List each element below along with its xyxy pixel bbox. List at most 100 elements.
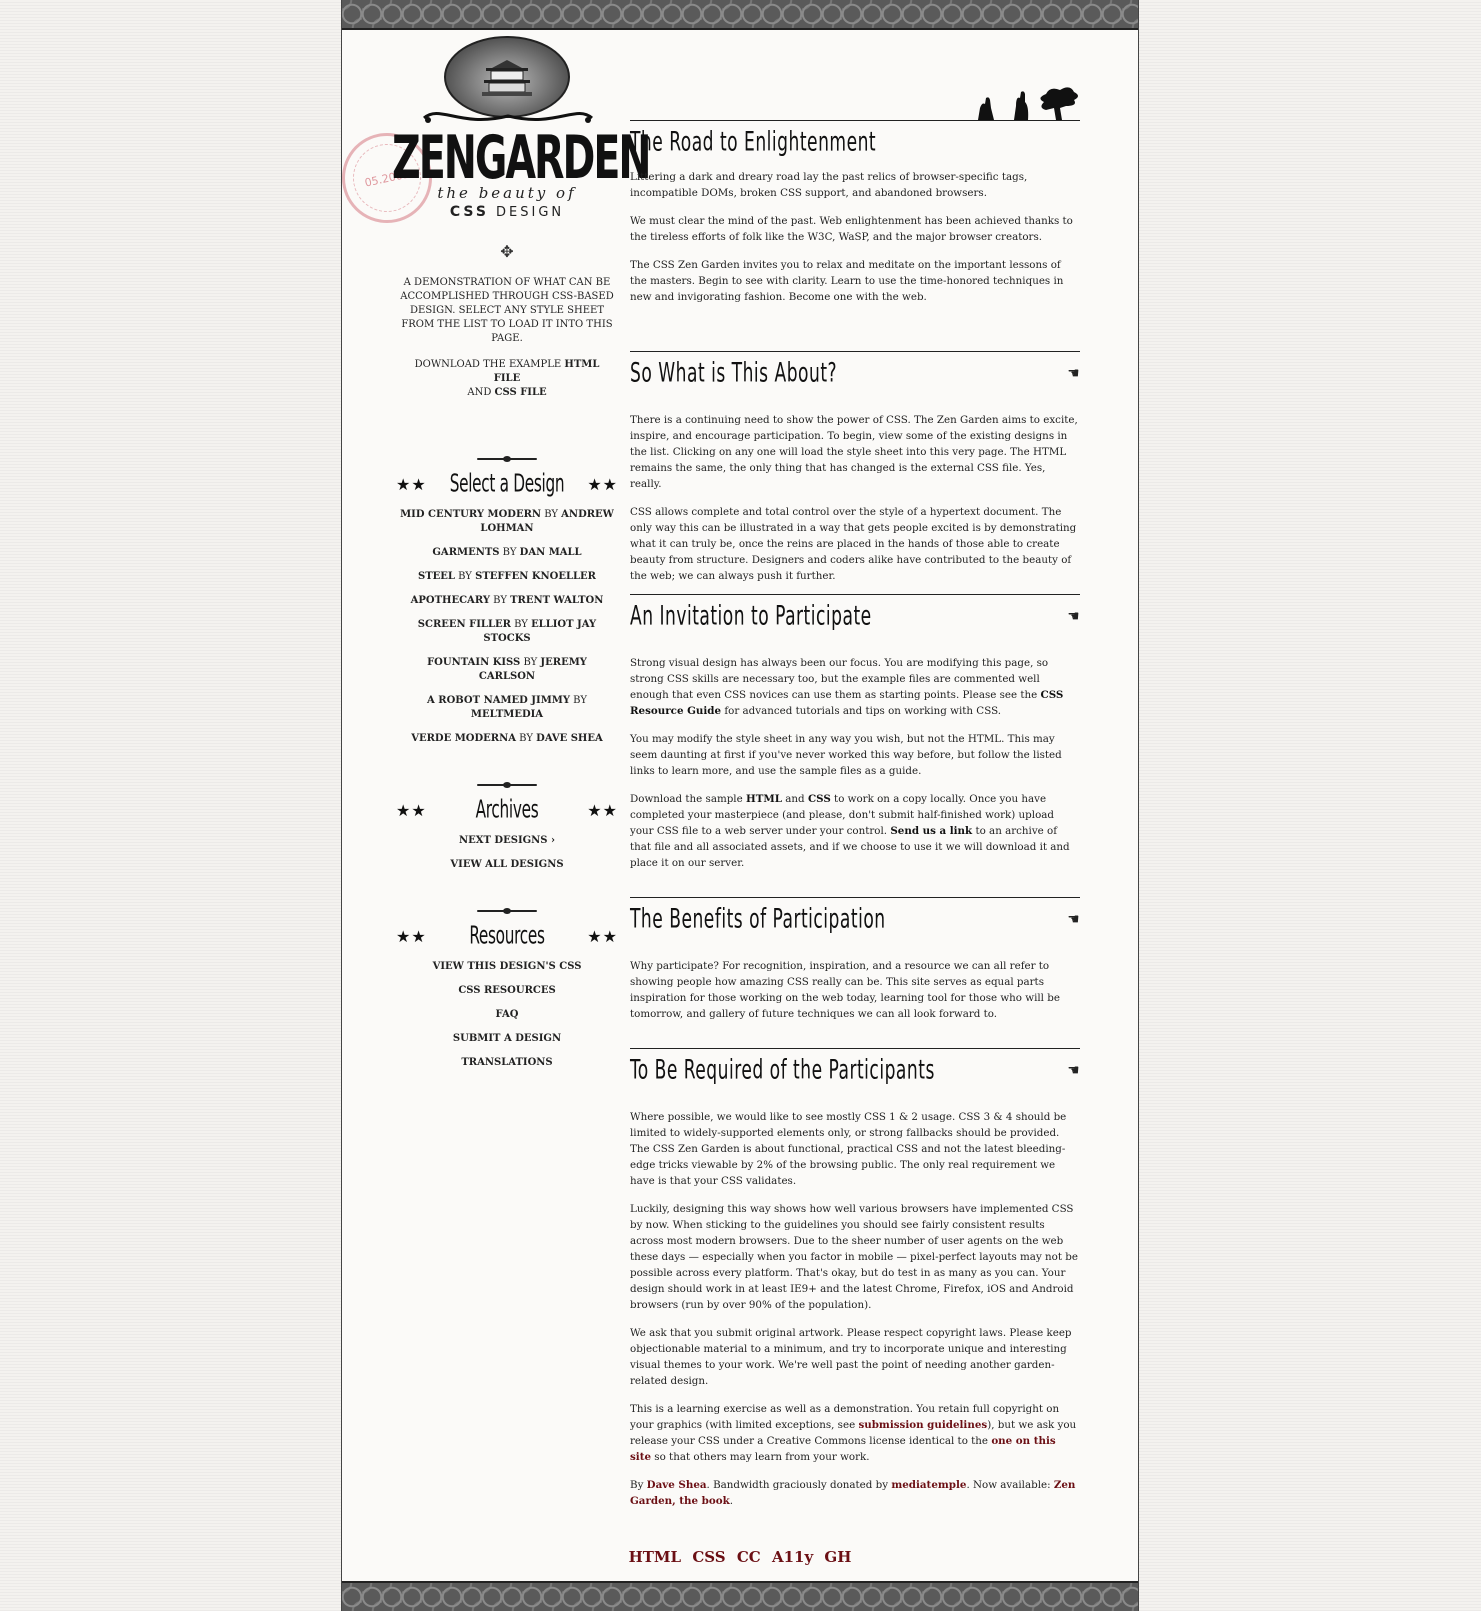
logo-title: ZENGARDEN [392,124,652,193]
design-by: by [454,571,476,582]
section-title: The Benefits of Participation [630,903,886,935]
footer-gh-link[interactable]: GH [824,1548,851,1566]
star-icon: ★★ [396,926,427,946]
paragraph: Luckily, designing this way shows how we… [630,1203,1078,1311]
paragraph: CSS allows complete and total control ov… [630,506,1077,582]
footer-cc-link[interactable]: CC [737,1548,761,1566]
star-icon: ★★ [587,926,618,946]
star-icon: ★★ [396,474,427,494]
logo: 05.2003 ZENGARDEN the beauty of CSS DESI… [333,28,652,232]
designer-link[interactable]: Trent Walton [510,595,603,606]
pointing-hand-icon: ☚ [1067,364,1080,382]
design-link[interactable]: A Robot Named Jimmy [427,695,570,706]
designer-link[interactable]: Dan Mall [520,547,582,558]
archive-item: View All Designs [392,858,622,872]
section-title: An Invitation to Participate [630,600,872,632]
top-ornament-band [342,0,1138,30]
design-item: Screen Filler by Elliot Jay Stocks [392,618,622,646]
divider [477,782,537,788]
text: . Bandwidth graciously donated by [706,1479,892,1491]
dave-shea-link[interactable]: Dave Shea [647,1479,707,1491]
section-heading: To Be Required of the Participants ☚ [630,1048,1080,1089]
css-file-link[interactable]: css file [495,387,547,398]
design-list: Mid Century Modern by Andrew Lohman Garm… [392,508,622,746]
pointing-hand-icon: ☚ [1067,1061,1080,1079]
designer-link[interactable]: meltmedia [471,709,543,720]
faq-link[interactable]: FAQ [496,1009,519,1020]
view-all-designs-link[interactable]: View All Designs [450,859,563,870]
footer-html-link[interactable]: HTML [629,1548,682,1566]
select-design-heading: ★★ Select a Design ★★ [392,470,622,499]
design-item: Apothecary by Trent Walton [392,594,622,608]
star-icon: ★★ [587,474,618,494]
logo-css-design: CSS DESIGN [392,204,622,220]
design-link[interactable]: Garments [432,547,499,558]
logo-design-word: DESIGN [496,205,565,220]
select-design-title: Select a Design [449,469,565,499]
translations-link[interactable]: Translations [461,1057,552,1068]
resources-list: View This Design's CSS CSS Resources FAQ… [392,960,622,1070]
section-title: So What is This About? [630,357,838,389]
design-link[interactable]: Apothecary [411,595,490,606]
design-item: Steel by Steffen Knoeller [392,570,622,584]
text: for advanced tutorials and tips on worki… [721,705,1002,717]
sample-css-link[interactable]: CSS [808,793,831,805]
archives-heading: ★★ Archives ★★ [392,796,622,825]
text: . Now available: [966,1479,1054,1491]
text: By [630,1479,647,1491]
resource-item: CSS Resources [392,984,622,998]
paragraph: Download the sample HTML and CSS to work… [630,791,1080,871]
submission-guidelines-link[interactable]: submission guidelines [858,1419,987,1431]
flourish-icon: ✥ [500,242,514,261]
designer-link[interactable]: Dave Shea [536,733,603,744]
archives-title: Archives [475,795,539,825]
section-heading: So What is This About? ☚ [630,351,1080,392]
paragraph: There is a continuing need to show the p… [630,414,1078,490]
design-link[interactable]: Screen Filler [418,619,511,630]
design-by: by [489,595,511,606]
logo-subtitle: the beauty of [437,184,577,202]
design-item: Garments by Dan Mall [392,546,622,560]
resource-item: View This Design's CSS [392,960,622,974]
sample-html-link[interactable]: HTML [746,793,782,805]
resources-heading: ★★ Resources ★★ [392,922,622,951]
next-designs-link[interactable]: Next Designs › [459,835,555,846]
section-heading: An Invitation to Participate ☚ [630,594,1080,635]
section-heading: The Road to Enlightenment [630,120,1080,161]
paragraph: Where possible, we would like to see mos… [630,1111,1067,1187]
intro-summary: A demonstration of what can be accomplis… [392,276,622,400]
paragraph: This is a learning exercise as well as a… [630,1401,1080,1465]
mediatemple-link[interactable]: mediatemple [891,1479,966,1491]
design-link[interactable]: Mid Century Modern [400,509,541,520]
paragraph: Littering a dark and dreary road lay the… [630,171,1028,199]
download-prefix: Download the example [414,359,565,370]
text: so that others may learn from your work. [651,1451,870,1463]
pointing-hand-icon: ☚ [1067,910,1080,928]
text: Download the sample [630,793,746,805]
send-link-link[interactable]: Send us a link [890,825,972,837]
footer-css-link[interactable]: CSS [692,1548,725,1566]
design-by: by [510,619,532,630]
css-resources-link[interactable]: CSS Resources [458,985,555,996]
design-by: by [570,695,587,706]
text: Strong visual design has always been our… [630,657,1049,701]
design-link[interactable]: Fountain Kiss [427,657,520,668]
resource-item: Translations [392,1056,622,1070]
design-link[interactable]: Verde Moderna [411,733,516,744]
design-by: by [520,657,541,668]
design-item: Mid Century Modern by Andrew Lohman [392,508,622,536]
paragraph: By Dave Shea. Bandwidth graciously donat… [630,1477,1080,1509]
download-and: and [467,387,495,398]
star-icon: ★★ [587,800,618,820]
design-link[interactable]: Steel [418,571,455,582]
section-benefits: The Benefits of Participation ☚ Why parti… [630,897,1080,1034]
view-design-css-link[interactable]: View This Design's CSS [433,961,582,972]
archives-list: Next Designs › View All Designs [392,834,622,872]
summary-text: A demonstration of what can be accomplis… [400,277,614,344]
designer-link[interactable]: Steffen Knoeller [475,571,596,582]
paragraph: We ask that you submit original artwork.… [630,1327,1072,1387]
footer: HTML CSS CC A11y GH [342,1548,1138,1566]
footer-a11y-link[interactable]: A11y [772,1548,813,1566]
divider [477,908,537,914]
submit-design-link[interactable]: Submit a Design [453,1033,561,1044]
